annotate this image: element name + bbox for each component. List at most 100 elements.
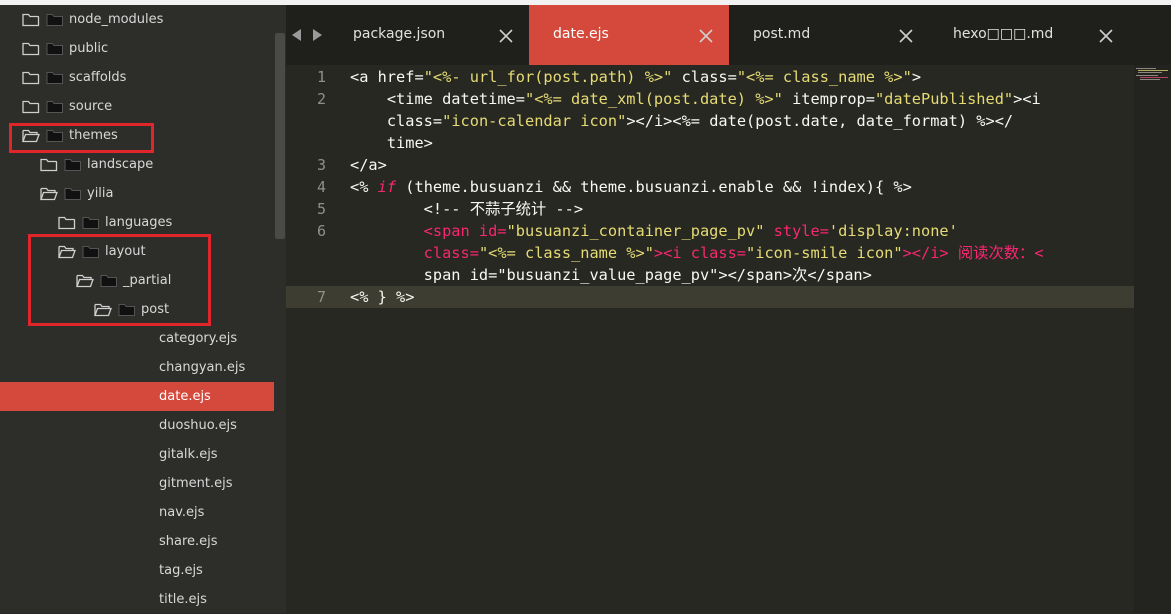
code-line: <!-- 不蒜子统计 --> [350,198,583,220]
code-token: "datePublished" [874,90,1014,108]
tree-file-gitment-ejs[interactable]: gitment.ejs [0,469,274,498]
code-token: "busuanzi_container_page_pv" [506,222,765,240]
code-token: <a href= [350,68,424,86]
line-number: 7 [316,288,326,306]
tree-folder-languages[interactable]: languages [0,208,274,237]
tree-item-label: source [69,99,113,114]
tree-item-label: yilia [87,186,114,201]
tree-file-category-ejs[interactable]: category.ejs [0,324,274,353]
tree-file-gitalk-ejs[interactable]: gitalk.ejs [0,440,274,469]
code-token: time> [350,134,433,152]
code-line: time> [350,132,433,154]
line-number: 5 [316,200,326,218]
tree-file-tag-ejs[interactable]: tag.ejs [0,556,274,585]
code-token: </a> [350,156,387,174]
line-number: 2 [316,90,326,108]
tree-item-label: scaffolds [69,70,127,85]
tree-item-label: tag.ejs [159,563,203,578]
tree-item-label: languages [105,215,173,230]
tree-item-label: category.ejs [159,331,238,346]
code-token: ><i class= [653,244,747,262]
code-token: ></i><%= date(post.date, date_format) %>… [626,112,1014,130]
code-token: span id="busuanzi_value_page_pv"></span>… [350,266,872,284]
code-token: <% } %> [350,288,415,306]
code-token: if [377,178,397,196]
annotation-box-themes [9,123,154,153]
code-token: "icon-calendar icon" [442,112,627,130]
line-number: 3 [316,156,326,174]
code-token: "icon-smile icon" [746,244,903,262]
tree-folder-landscape[interactable]: landscape [0,150,274,179]
close-icon[interactable] [699,28,713,43]
code-token: <% [350,178,378,196]
code-token: "<%= class_name %>" [736,68,912,86]
tree-item-label: gitment.ejs [159,476,233,491]
close-icon[interactable] [499,28,513,43]
tab-label: post.md [753,26,811,42]
code-token: <!-- 不蒜子统计 --> [350,200,584,218]
tab-4[interactable]: hexo□□□.md [929,5,1129,65]
code-line: span id="busuanzi_value_page_pv"></span>… [350,264,872,286]
close-icon[interactable] [899,28,913,43]
annotation-box-layout-partial-post [28,234,211,326]
tab-scroll-left-icon[interactable] [292,29,301,41]
code-token: style= [764,222,829,240]
tree-item-label: changyan.ejs [159,360,246,375]
tree-item-label: title.ejs [159,592,207,607]
tab-bar: package.json date.ejs post.md hexo□□□.md [286,5,1171,65]
code-token: "<%= class_name %>" [478,244,654,262]
tab-1[interactable]: package.json [329,5,529,65]
close-icon[interactable] [1099,28,1113,43]
code-token: ><i [1013,90,1041,108]
tree-folder-scaffolds[interactable]: scaffolds [0,63,274,92]
tree-folder-public[interactable]: public [0,34,274,63]
code-token: (theme.busuanzi && theme.busuanzi.enable… [396,178,912,196]
tree-file-title-ejs[interactable]: title.ejs [0,585,274,614]
line-number: 4 [316,178,326,196]
code-line: class="icon-calendar icon"></i><%= date(… [350,110,1013,132]
tree-item-label: gitalk.ejs [159,447,218,462]
tab-2[interactable]: date.ejs [529,5,729,65]
code-line: class="<%= class_name %>"><i class="icon… [350,242,1044,264]
tree-folder-node-modules[interactable]: node_modules [0,5,274,34]
sidebar-scrollbar[interactable] [275,33,285,239]
code-line: <span id="busuanzi_container_page_pv" st… [350,220,958,242]
code-token: "<%= date_xml(post.date) %>" [524,90,783,108]
code-line: </a> [350,154,387,176]
tree-item-label: public [69,41,109,56]
tree-item-label: share.ejs [159,534,218,549]
tree-item-label: node_modules [69,12,164,27]
line-number: 1 [316,68,326,86]
code-token: ></i> 阅读次数：< [902,244,1044,262]
tree-item-label: nav.ejs [159,505,205,520]
tree-folder-source[interactable]: source [0,92,274,121]
code-line: <time datetime="<%= date_xml(post.date) … [350,88,1041,110]
tree-file-changyan-ejs[interactable]: changyan.ejs [0,353,274,382]
tree-file-date-ejs[interactable]: date.ejs [0,382,274,411]
code-token: <span id= [350,222,507,240]
tree-file-nav-ejs[interactable]: nav.ejs [0,498,274,527]
tree-folder-yilia[interactable]: yilia [0,179,274,208]
minimap[interactable] [1134,65,1171,613]
code-token: 'display:none' [828,222,958,240]
code-token: class= [350,244,479,262]
code-editor[interactable]: 1 2 3 4 5 6 7 <a href="<%- url_for(post.path) … [286,65,1134,613]
tree-file-duoshuo-ejs[interactable]: duoshuo.ejs [0,411,274,440]
tree-item-label: duoshuo.ejs [159,418,237,433]
code-token: "<%- url_for(post.path) %>" [423,68,673,86]
line-number: 6 [316,222,326,240]
code-token: <time datetime= [350,90,525,108]
tab-scroll-right-icon[interactable] [313,29,322,41]
tab-label: package.json [353,26,446,42]
code-line: <% if (theme.busuanzi && theme.busuanzi.… [350,176,912,198]
tree-item-label: date.ejs [159,389,211,404]
tree-item-label: landscape [87,157,154,172]
code-line: <a href="<%- url_for(post.path) %>" clas… [350,66,921,88]
code-token: class= [672,68,737,86]
code-line: <% } %> [350,286,414,308]
tab-3[interactable]: post.md [729,5,929,65]
tab-label: hexo□□□.md [953,26,1054,42]
tree-file-share-ejs[interactable]: share.ejs [0,527,274,556]
tab-label: date.ejs [553,26,609,42]
code-token: class= [350,112,443,130]
